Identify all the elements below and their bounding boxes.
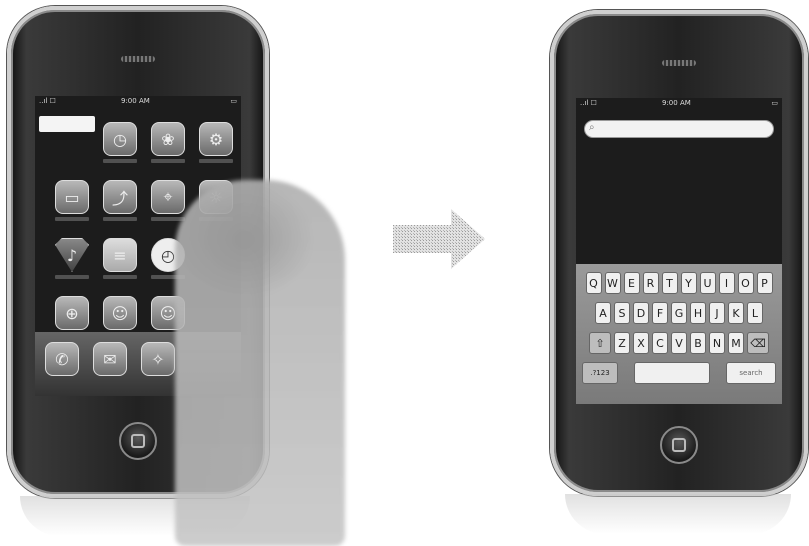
key-g[interactable]: G — [671, 302, 687, 324]
backspace-icon: ⌫ — [750, 336, 766, 350]
key-d[interactable]: D — [633, 302, 649, 324]
phone-icon: ✆ — [45, 342, 79, 376]
app-contacts[interactable]: ☺ — [103, 296, 137, 337]
key-w[interactable]: W — [604, 272, 621, 294]
numbers-key[interactable]: .?123 — [582, 362, 618, 384]
key-p[interactable]: P — [756, 272, 773, 294]
search-key[interactable]: search — [726, 362, 776, 384]
contacts-icon: ☺ — [103, 296, 137, 330]
key-s[interactable]: S — [614, 302, 630, 324]
key-n[interactable]: N — [709, 332, 725, 354]
key-b[interactable]: B — [690, 332, 706, 354]
key-r[interactable]: R — [642, 272, 659, 294]
status-bar: ..ıl ☐ 9:00 AM ▭ — [35, 96, 241, 108]
on-screen-keyboard: Q W E R T Y U I O P A S D F G H J K L ⇧ … — [576, 264, 782, 404]
key-c[interactable]: C — [652, 332, 668, 354]
search-screen: ..ıl ☐ 9:00 AM ▭ ⌕ Q W E R T Y U I O P A… — [576, 98, 782, 404]
right-phone-reflection — [565, 494, 791, 534]
key-h[interactable]: H — [690, 302, 706, 324]
right-arrow-icon — [393, 209, 485, 269]
key-y[interactable]: Y — [680, 272, 697, 294]
keyboard-row-2: A S D F G H J K L — [576, 302, 782, 326]
battery-icon: ▭ — [771, 99, 778, 107]
space-key[interactable] — [634, 362, 710, 384]
key-k[interactable]: K — [728, 302, 744, 324]
app-photos[interactable]: ❀ — [151, 122, 185, 163]
notes-icon: ≡ — [103, 238, 137, 272]
shift-icon: ⇧ — [595, 336, 605, 350]
itunes-icon: ♪ — [55, 238, 89, 272]
search-input[interactable]: ⌕ — [584, 120, 774, 138]
app-itunes[interactable]: ♪ — [55, 238, 89, 279]
search-icon: ⌕ — [589, 122, 595, 133]
key-t[interactable]: T — [661, 272, 678, 294]
app-stocks[interactable]: ⤴ — [103, 180, 137, 221]
dock-phone[interactable]: ✆ — [45, 342, 79, 376]
key-u[interactable]: U — [699, 272, 716, 294]
earpiece-speaker — [662, 60, 696, 66]
battery-icon: ▭ — [230, 97, 237, 105]
key-o[interactable]: O — [737, 272, 754, 294]
safari-icon: ✧ — [141, 342, 175, 376]
key-f[interactable]: F — [652, 302, 668, 324]
key-a[interactable]: A — [595, 302, 611, 324]
stocks-icon: ⤴ — [103, 180, 137, 214]
home-button[interactable] — [119, 422, 157, 460]
clock-time: 9:00 AM — [662, 99, 691, 107]
finger-swipe — [175, 180, 345, 546]
home-button[interactable] — [660, 426, 698, 464]
key-e[interactable]: E — [623, 272, 640, 294]
key-v[interactable]: V — [671, 332, 687, 354]
photos-icon: ❀ — [151, 122, 185, 156]
signal-indicator: ..ıl ☐ — [580, 99, 597, 107]
app-calculator[interactable]: ⊕ — [55, 296, 89, 337]
app-settings[interactable]: ⚙ — [199, 122, 233, 163]
keyboard-row-4: .?123 search — [576, 362, 782, 386]
key-z[interactable]: Z — [614, 332, 630, 354]
youtube-icon: ▭ — [55, 180, 89, 214]
dock-safari[interactable]: ✧ — [141, 342, 175, 376]
app-notes[interactable]: ≡ — [103, 238, 137, 279]
key-j[interactable]: J — [709, 302, 725, 324]
key-l[interactable]: L — [747, 302, 763, 324]
keyboard-row-3: ⇧ Z X C V B N M ⌫ — [576, 332, 782, 356]
calendar-icon: ◷ — [103, 122, 137, 156]
maps-icon: ⌖ — [151, 180, 185, 214]
app-maps[interactable]: ⌖ — [151, 180, 185, 221]
app-calendar[interactable]: ◷ — [103, 122, 137, 163]
settings-icon: ⚙ — [199, 122, 233, 156]
clock-time: 9:00 AM — [121, 97, 150, 105]
signal-indicator: ..ıl ☐ — [39, 97, 56, 105]
calculator-icon: ⊕ — [55, 296, 89, 330]
backspace-key[interactable]: ⌫ — [747, 332, 769, 354]
right-iphone: ..ıl ☐ 9:00 AM ▭ ⌕ Q W E R T Y U I O P A… — [550, 10, 808, 496]
key-m[interactable]: M — [728, 332, 744, 354]
key-x[interactable]: X — [633, 332, 649, 354]
dock-mail[interactable]: ✉ — [93, 342, 127, 376]
key-i[interactable]: I — [718, 272, 735, 294]
keyboard-row-1: Q W E R T Y U I O P — [576, 272, 782, 296]
status-bar: ..ıl ☐ 9:00 AM ▭ — [576, 98, 782, 110]
shift-key[interactable]: ⇧ — [589, 332, 611, 354]
mail-icon: ✉ — [93, 342, 127, 376]
key-q[interactable]: Q — [585, 272, 602, 294]
earpiece-speaker — [121, 56, 155, 62]
app-youtube[interactable]: ▭ — [55, 180, 89, 221]
